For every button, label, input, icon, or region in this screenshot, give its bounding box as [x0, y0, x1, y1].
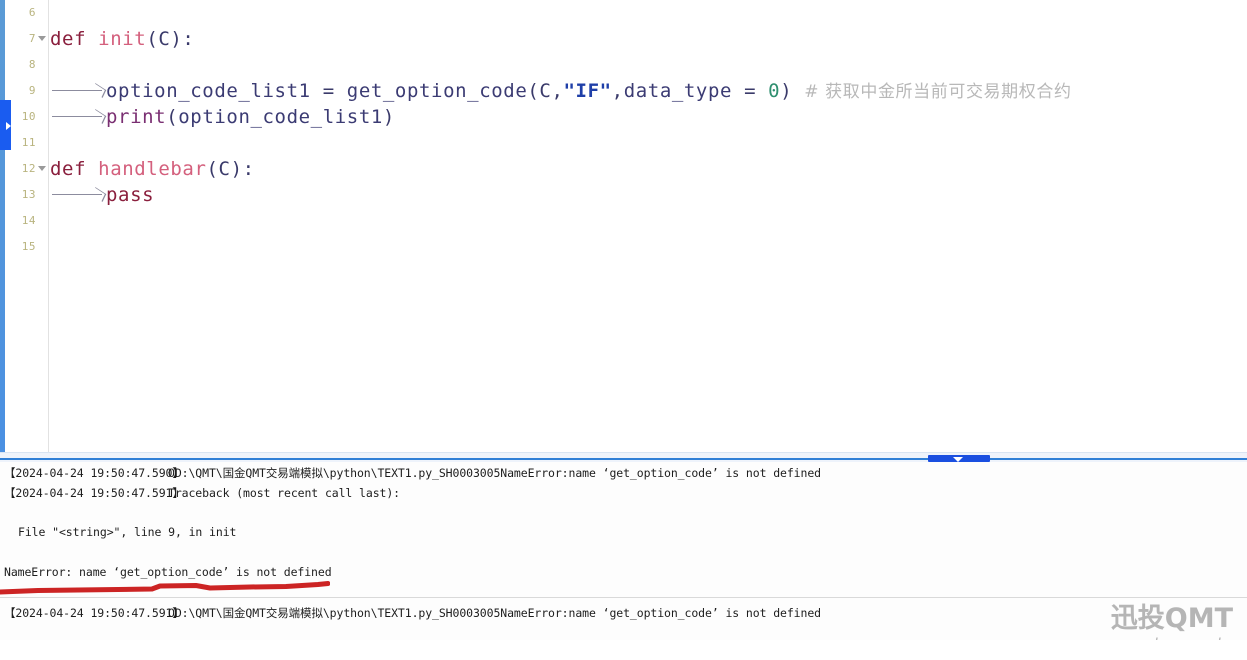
console-timestamp: 【2024-04-24 19:50:47.590】 — [4, 466, 184, 480]
code-token: def — [50, 28, 99, 50]
console-timestamp: 【2024-04-24 19:50:47.591】 — [4, 486, 184, 500]
code-token: option_code_list1 — [178, 106, 383, 128]
code-line[interactable]: 15 — [0, 234, 1247, 260]
code-token: ( — [166, 106, 179, 128]
code-token: ) — [382, 106, 395, 128]
code-token: ) — [780, 80, 805, 102]
code-token: get_option_code — [346, 80, 528, 102]
code-token: init — [98, 28, 147, 50]
line-number: 15 — [21, 240, 36, 253]
tab-indent-arrow-icon — [50, 81, 106, 99]
code-token: (C, — [527, 80, 564, 102]
fold-triangle-icon[interactable] — [38, 166, 46, 171]
tab-indent-arrow-icon — [50, 185, 106, 203]
code-line[interactable]: 11 — [0, 130, 1247, 156]
code-line[interactable]: 12 def handlebar(C): — [0, 156, 1247, 182]
console-message: OD:\QMT\国金QMT交易端模拟\python\TEXT1.py_SH000… — [168, 606, 821, 620]
line-number: 8 — [28, 58, 36, 71]
console-log-entry: 【2024-04-24 19:50:47.590】OD:\QMT\国金QMT交易… — [0, 465, 821, 481]
console-message: OD:\QMT\国金QMT交易端模拟\python\TEXT1.py_SH000… — [168, 466, 821, 480]
line-number: 11 — [21, 136, 36, 149]
code-line[interactable]: 7 def init(C): — [0, 26, 1247, 52]
code-line-content: print(option_code_list1) — [50, 104, 395, 130]
console-traceback-line: File "<string>", line 9, in init — [18, 525, 237, 539]
code-line[interactable]: 8 — [0, 52, 1247, 78]
code-token: handlebar — [98, 158, 207, 180]
code-text-area[interactable]: 6 7 def init(C): 8 9 option_code_list1 = get_… — [0, 0, 1247, 452]
code-line[interactable]: 9 option_code_list1 = get_option_code(C,"… — [0, 78, 1247, 104]
line-number: 14 — [21, 214, 36, 227]
watermark-brand: 迅投QMT — [1110, 603, 1233, 634]
console-log-entry: 【2024-04-24 19:50:47.591】Traceback (most… — [0, 485, 400, 501]
line-number: 7 — [28, 32, 36, 45]
code-token: option_code_list1 — [106, 80, 323, 102]
code-token: = — [744, 80, 769, 102]
console-entry-divider — [0, 597, 1247, 598]
splitter-line — [0, 458, 1247, 460]
code-line[interactable]: 14 — [0, 208, 1247, 234]
code-line[interactable]: 13 pass — [0, 182, 1247, 208]
fold-triangle-icon[interactable] — [38, 36, 46, 41]
console-traceback-line: NameError: name ‘get_option_code’ is not… — [4, 565, 332, 579]
line-number: 13 — [21, 188, 36, 201]
code-token: (C): — [146, 28, 195, 50]
code-line-content: pass — [50, 182, 154, 208]
code-line[interactable]: 6 — [0, 0, 1247, 26]
console-timestamp: 【2024-04-24 19:50:47.591】 — [4, 606, 184, 620]
console-message: Traceback (most recent call last): — [168, 486, 401, 500]
code-token: "IF" — [563, 80, 612, 102]
line-number: 9 — [28, 84, 36, 97]
code-line-content: option_code_list1 = get_option_code(C,"I… — [50, 78, 1072, 105]
console-log-entry: 【2024-04-24 19:50:47.591】OD:\QMT\国金QMT交易… — [0, 605, 821, 621]
code-line-content: def init(C): — [50, 26, 194, 52]
code-token: 0 — [768, 80, 781, 102]
line-number: 12 — [21, 162, 36, 175]
code-editor-pane[interactable]: 6 7 def init(C): 8 9 option_code_list1 = get_… — [0, 0, 1247, 452]
tab-indent-arrow-icon — [50, 107, 106, 125]
code-token: def — [50, 158, 99, 180]
code-token: = — [322, 80, 347, 102]
code-line[interactable]: 10 print(option_code_list1) — [0, 104, 1247, 130]
console-bottom-filler — [0, 640, 1247, 660]
code-token: pass — [106, 184, 155, 206]
code-token: (C): — [206, 158, 255, 180]
code-line-content: def handlebar(C): — [50, 156, 255, 182]
line-number: 10 — [21, 110, 36, 123]
code-token: print — [106, 106, 167, 128]
qmt-python-editor-window: 6 7 def init(C): 8 9 option_code_list1 = get_… — [0, 0, 1247, 660]
code-token: data_type — [623, 80, 745, 102]
code-token: # 获取中金所当前可交易期权合约 — [804, 82, 1072, 102]
code-token: , — [611, 80, 624, 102]
line-number: 6 — [28, 6, 36, 19]
